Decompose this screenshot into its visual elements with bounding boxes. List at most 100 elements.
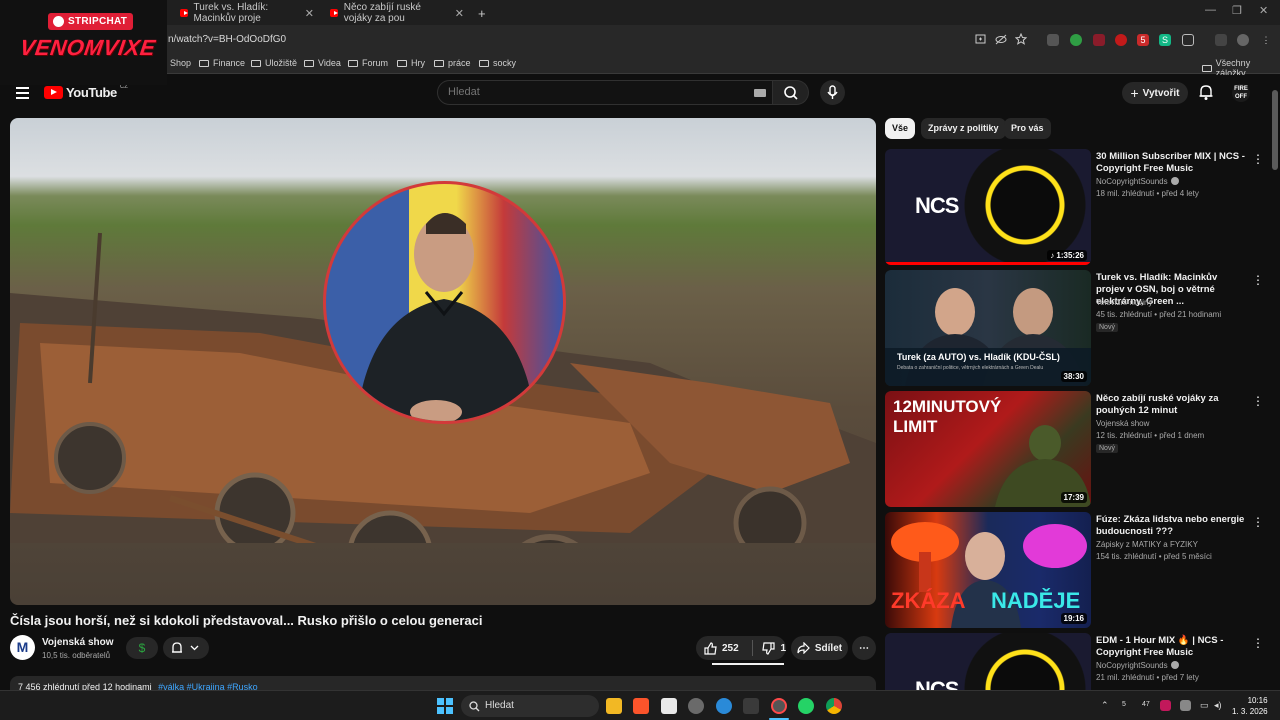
volume-icon[interactable]: ◂) [1214, 700, 1222, 711]
chrome-icon[interactable] [826, 698, 842, 714]
thanks-dollar-button[interactable]: $ [126, 637, 158, 659]
bookmark-star-icon[interactable] [1015, 33, 1027, 45]
minimize-icon[interactable]: — [1205, 4, 1216, 16]
tray-app-icon[interactable] [1180, 700, 1191, 711]
bookmark-socky[interactable]: socky [479, 58, 516, 68]
recommended-channel[interactable]: NoCopyrightSounds [1096, 177, 1179, 186]
video-thumbnail[interactable]: ZKÁZA NADĚJE 19:16 [885, 512, 1091, 628]
channel-name[interactable]: Vojenská show [42, 637, 114, 648]
app-icon[interactable] [716, 698, 732, 714]
hamburger-menu-icon[interactable] [16, 87, 29, 99]
video-player[interactable] [10, 118, 876, 605]
bookmark-hry[interactable]: Hry [397, 58, 425, 68]
hide-eye-icon[interactable] [995, 34, 1007, 45]
scrollbar-thumb[interactable] [1272, 90, 1278, 170]
reading-list-icon[interactable] [1215, 34, 1227, 46]
create-button[interactable]: + Vytvořit [1122, 82, 1188, 104]
recommended-channel[interactable]: NoCopyrightSounds [1096, 661, 1179, 670]
bookmark-prace[interactable]: práce [434, 58, 471, 68]
extension-icon[interactable] [1115, 34, 1127, 46]
page-scrollbar[interactable] [1272, 90, 1278, 690]
recommended-channel[interactable]: Zápisky z MATIKY a FYZIKY [1096, 540, 1198, 549]
extension-icon[interactable] [1070, 34, 1082, 46]
account-avatar[interactable]: FIRE OFF [1232, 84, 1250, 102]
tray-app-icon[interactable] [1160, 700, 1171, 711]
bookmark-forum[interactable]: Forum [348, 58, 388, 68]
bookmark-videa[interactable]: Videa [304, 58, 341, 68]
install-app-icon[interactable] [975, 34, 986, 45]
youtube-logo[interactable]: YouTube CZ [44, 84, 128, 100]
recommended-video[interactable]: 12MINUTOVÝ LIMIT 17:39 Něco zabíjí ruské… [885, 391, 1270, 508]
video-menu-icon[interactable]: ⋮ [1252, 515, 1264, 529]
keyboard-icon[interactable] [754, 89, 766, 97]
windows-start-icon[interactable] [437, 698, 453, 714]
system-clock[interactable]: 10:16 1. 3. 2026 [1232, 695, 1268, 717]
calculator-icon[interactable] [661, 698, 677, 714]
video-thumbnail[interactable]: 12MINUTOVÝ LIMIT 17:39 [885, 391, 1091, 507]
tray-number[interactable]: 47 [1142, 701, 1150, 708]
app-icon[interactable] [743, 698, 759, 714]
extension-badge[interactable]: 5 [1137, 34, 1149, 46]
close-tab-icon[interactable]: ✕ [305, 7, 314, 20]
bookmark-finance[interactable]: Finance [199, 58, 245, 68]
obs-icon[interactable] [771, 698, 787, 714]
channel-avatar[interactable]: M [10, 635, 35, 660]
subscription-bell-button[interactable] [163, 637, 209, 659]
share-button[interactable]: Sdílet [791, 636, 848, 660]
video-menu-icon[interactable]: ⋮ [1252, 394, 1264, 408]
tray-number[interactable]: 5 [1122, 701, 1126, 708]
brave-browser-icon[interactable] [633, 698, 649, 714]
like-button[interactable]: 252 [704, 641, 747, 655]
ncs-logo: NCS [915, 677, 959, 690]
browser-tab[interactable]: Turek vs. Hladík: Macinkův proje ✕ [172, 2, 322, 24]
bookmark-uloziste[interactable]: Uložiště [251, 58, 297, 68]
taskbar-search[interactable]: Hledat [461, 695, 599, 717]
maximize-icon[interactable]: ❐ [1232, 4, 1242, 17]
video-thumbnail[interactable]: NCS ♪ 1:35:26 [885, 149, 1091, 265]
extension-icon[interactable] [1047, 34, 1059, 46]
browser-tab[interactable]: Něco zabíjí ruské vojáky za pou ✕ [322, 2, 472, 24]
folder-icon [199, 59, 209, 67]
recommended-video[interactable]: Turek (za AUTO) vs. Hladík (KDU-ČSL) Deb… [885, 270, 1270, 387]
recommended-video[interactable]: ZKÁZA NADĚJE 19:16 Fúze: Zkáza lidstva n… [885, 512, 1270, 629]
search-button[interactable] [773, 80, 809, 105]
recommended-title[interactable]: Něco zabíjí ruské vojáky za pouhých 12 m… [1096, 393, 1246, 417]
thumbnail-caption: Turek (za AUTO) vs. Hladík (KDU-ČSL) [897, 352, 1060, 362]
app-icon[interactable] [688, 698, 704, 714]
chip-zpravy-z-politiky[interactable]: Zprávy z politiky [921, 118, 1006, 139]
bookmark-shop[interactable]: Shop [170, 58, 191, 68]
file-explorer-icon[interactable] [606, 698, 622, 714]
extensions-puzzle-icon[interactable] [1182, 34, 1194, 46]
whatsapp-icon[interactable] [798, 698, 814, 714]
recommended-title[interactable]: EDM - 1 Hour MIX 🔥 | NCS - Copyright Fre… [1096, 635, 1246, 659]
close-window-icon[interactable]: ✕ [1259, 4, 1268, 17]
video-thumbnail[interactable]: Turek (za AUTO) vs. Hladík (KDU-ČSL) Deb… [885, 270, 1091, 386]
new-tab-button[interactable]: + [470, 3, 494, 23]
recommended-title[interactable]: 30 Million Subscriber MIX | NCS - Copyri… [1096, 151, 1246, 175]
chip-pro-vas[interactable]: Pro vás [1004, 118, 1051, 139]
video-thumbnail[interactable]: NCS [885, 633, 1091, 690]
recommended-video[interactable]: NCS ♪ 1:35:26 30 Million Subscriber MIX … [885, 149, 1270, 266]
video-menu-icon[interactable]: ⋮ [1252, 152, 1264, 166]
search-input[interactable] [448, 86, 738, 98]
network-icon[interactable]: ▭ [1200, 700, 1209, 711]
url-field[interactable]: n/watch?v=BH-OdOoDfG0 [168, 34, 286, 45]
extension-icon[interactable] [1093, 34, 1105, 46]
recommended-title[interactable]: Fúze: Zkáza lidstva nebo energie budoucn… [1096, 514, 1246, 538]
dislike-button[interactable]: 1 [757, 641, 786, 655]
recommended-channel[interactable]: Televizní noviny [1096, 298, 1152, 307]
recommended-channel[interactable]: Vojenská show [1096, 419, 1149, 428]
search-box[interactable] [437, 80, 773, 105]
browser-menu-icon[interactable]: ⋮ [1260, 34, 1272, 46]
profile-icon[interactable] [1237, 34, 1249, 46]
video-menu-icon[interactable]: ⋮ [1252, 273, 1264, 287]
chip-vse[interactable]: Vše [885, 118, 916, 139]
more-actions-button[interactable]: ⋯ [852, 636, 876, 660]
close-tab-icon[interactable]: ✕ [455, 7, 464, 20]
video-menu-icon[interactable]: ⋮ [1252, 636, 1264, 650]
voice-search-button[interactable] [820, 80, 845, 105]
extension-icon[interactable]: S [1159, 34, 1171, 46]
notifications-bell-icon[interactable] [1198, 83, 1214, 101]
tray-chevron-icon[interactable]: ⌃ [1101, 700, 1109, 711]
recommended-video[interactable]: NCS EDM - 1 Hour MIX 🔥 | NCS - Copyright… [885, 633, 1270, 690]
